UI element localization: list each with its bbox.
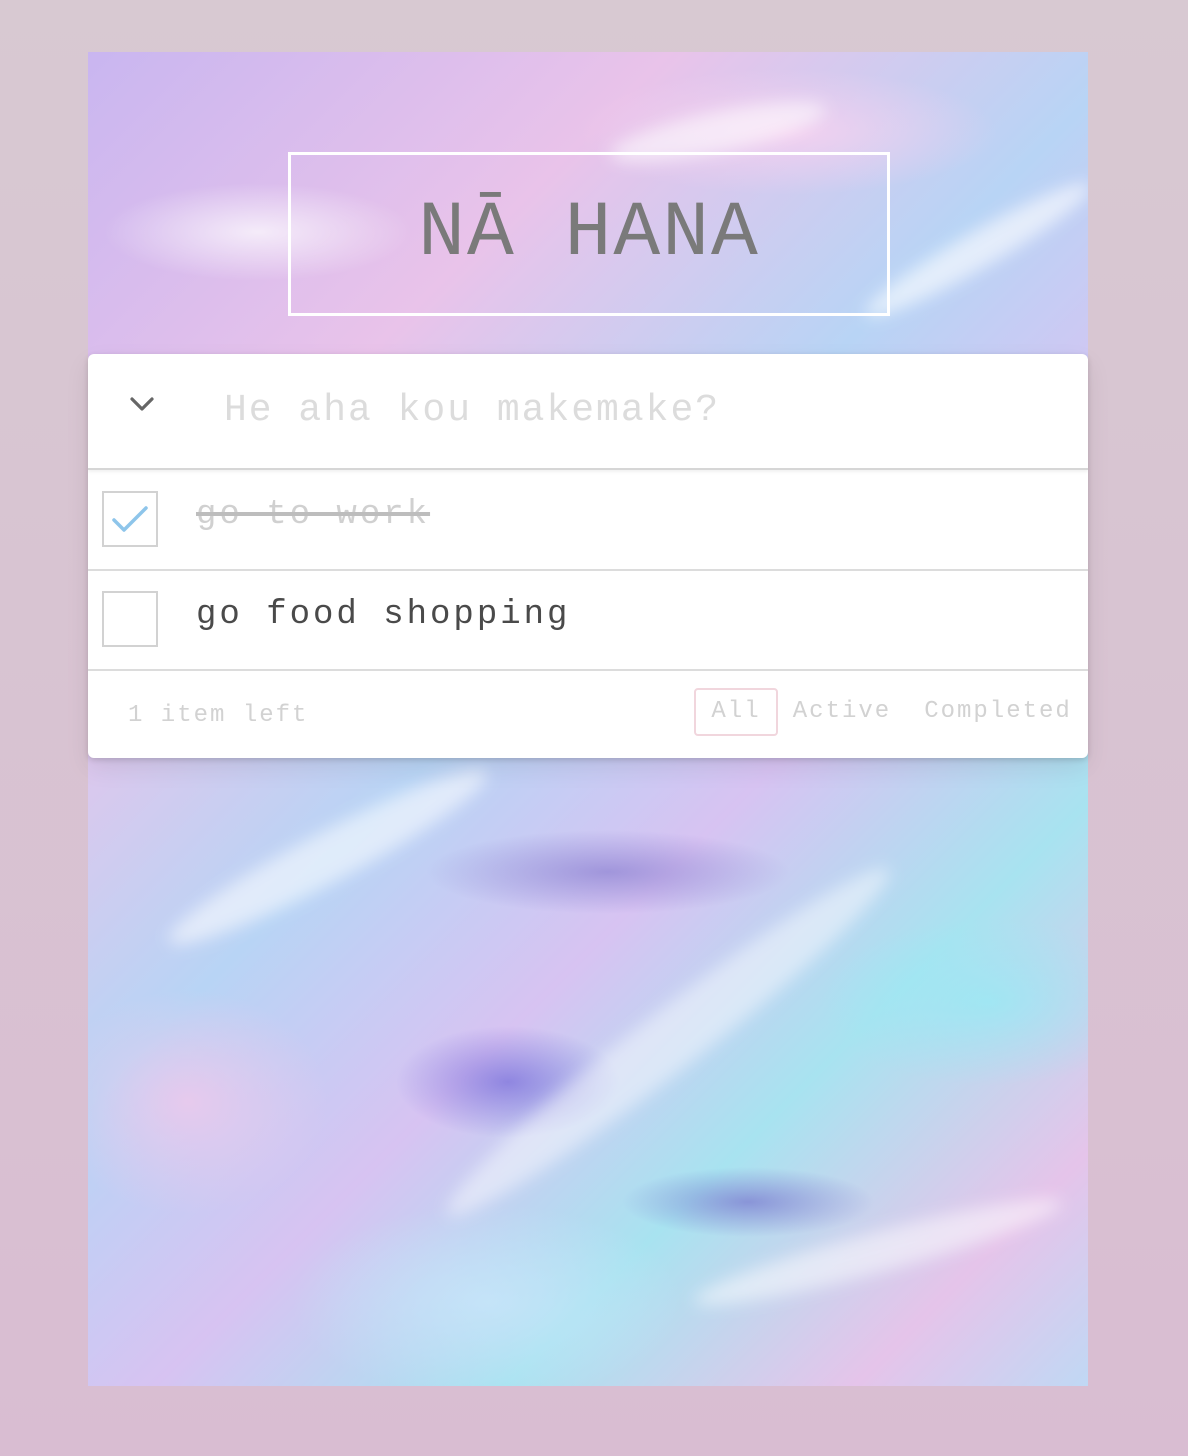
todo-card: go to work go food shopping 1 item left … bbox=[88, 354, 1088, 758]
toggle-all-button[interactable] bbox=[124, 386, 160, 422]
new-todo-row bbox=[88, 354, 1088, 470]
background-highlight bbox=[856, 169, 1088, 331]
todo-footer: 1 item left All Active Completed bbox=[88, 670, 1088, 758]
filter-all[interactable]: All bbox=[694, 688, 778, 736]
checkmark-icon bbox=[112, 506, 148, 532]
filter-completed[interactable]: Completed bbox=[918, 688, 1078, 736]
todo-label[interactable]: go to work bbox=[196, 496, 430, 534]
todo-item: go food shopping bbox=[88, 570, 1088, 671]
background-highlight bbox=[157, 750, 499, 964]
new-todo-input[interactable] bbox=[224, 382, 1044, 438]
background-highlight bbox=[428, 845, 908, 1239]
todo-checkbox[interactable] bbox=[102, 591, 158, 647]
app-title-box: NĀ HANA bbox=[288, 152, 890, 316]
todo-label[interactable]: go food shopping bbox=[196, 596, 570, 634]
app-title: NĀ HANA bbox=[418, 190, 760, 278]
todo-item: go to work bbox=[88, 470, 1088, 571]
items-left-count: 1 item left bbox=[128, 702, 309, 729]
filter-active[interactable]: Active bbox=[788, 688, 896, 736]
background-highlight bbox=[689, 1183, 1067, 1321]
todo-checkbox[interactable] bbox=[102, 491, 158, 547]
chevron-down-icon bbox=[130, 397, 154, 411]
